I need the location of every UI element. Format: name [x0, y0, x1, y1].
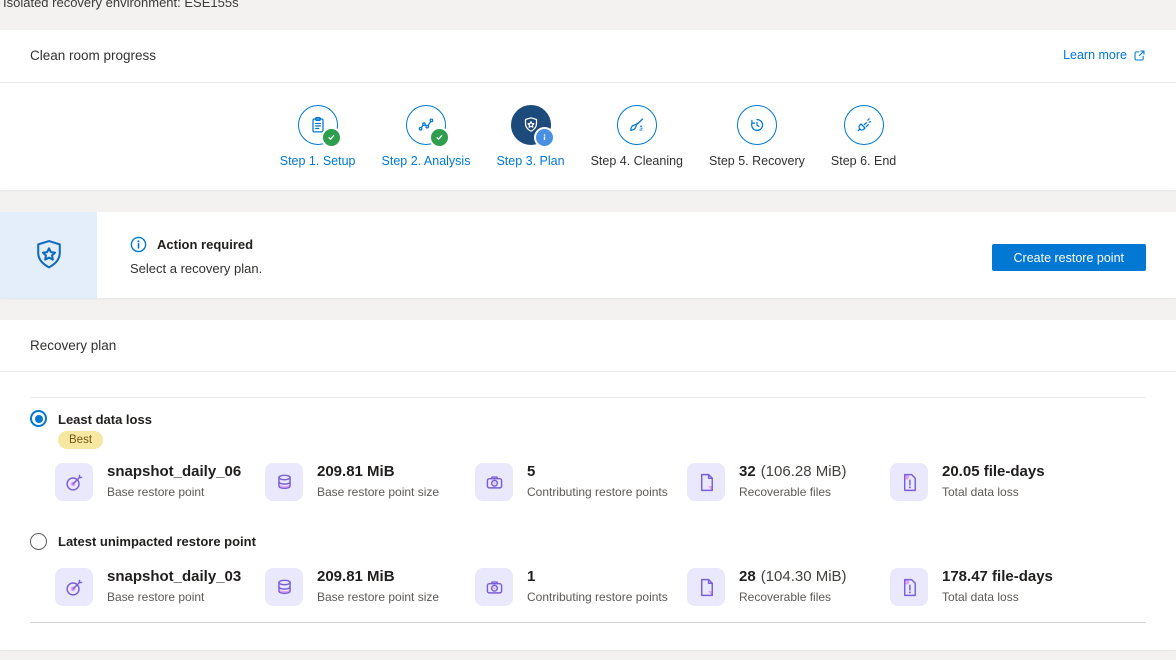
step-complete-badge	[321, 127, 342, 148]
stat-value: 32(106.28 MiB)	[739, 463, 847, 481]
option-latest-unimpacted-label[interactable]: Latest unimpacted restore point	[58, 534, 256, 549]
step-complete-badge	[429, 127, 450, 148]
stat-value: snapshot_daily_06	[107, 463, 241, 481]
step-4-cleaning[interactable]: Step 4. Cleaning	[591, 105, 683, 168]
learn-more-link[interactable]: Learn more	[1063, 48, 1146, 62]
step-3-label: Step 3. Plan	[496, 154, 564, 168]
radio-latest-unimpacted[interactable]	[30, 533, 47, 550]
progress-card-title: Clean room progress	[30, 48, 156, 63]
stat-base-restore-point-size: 209.81 MiB Base restore point size	[265, 568, 439, 606]
step-5-recovery[interactable]: Step 5. Recovery	[709, 105, 805, 168]
stat-caption: Base restore point	[107, 590, 241, 604]
history-icon	[747, 115, 767, 135]
stat-recoverable-files: 32(106.28 MiB) Recoverable files	[687, 463, 847, 501]
stat-value: 5	[527, 463, 668, 481]
stat-caption: Base restore point	[107, 485, 241, 499]
divider	[30, 397, 1146, 398]
stat-caption: Base restore point size	[317, 590, 439, 604]
camera-icon	[475, 463, 513, 501]
stat-value: snapshot_daily_03	[107, 568, 241, 586]
step-6-label: Step 6. End	[831, 154, 896, 168]
stat-value-detail: (106.28 MiB)	[761, 463, 847, 480]
stat-value: 20.05 file-days	[942, 463, 1045, 481]
progress-steps: Step 1. Setup Step 2. Analysis	[0, 105, 1176, 168]
step-5-circle	[737, 105, 777, 145]
banner-icon-strip	[0, 212, 97, 298]
stat-value: 209.81 MiB	[317, 568, 439, 586]
file-icon	[687, 463, 725, 501]
stat-value: 178.47 file-days	[942, 568, 1053, 586]
environment-label: Isolated recovery environment: ESE155s	[3, 0, 239, 10]
radio-least-data-loss[interactable]	[30, 410, 47, 427]
step-5-label: Step 5. Recovery	[709, 154, 805, 168]
stat-contributing-restore-points: 1 Contributing restore points	[475, 568, 668, 606]
action-required-message: Select a recovery plan.	[130, 261, 262, 276]
target-icon	[55, 463, 93, 501]
step-2-circle	[406, 105, 446, 145]
action-required-banner: Action required Select a recovery plan. …	[0, 212, 1176, 298]
external-link-icon	[1133, 49, 1146, 62]
learn-more-label: Learn more	[1063, 48, 1127, 62]
stat-contributing-restore-points: 5 Contributing restore points	[475, 463, 668, 501]
recovery-plan-card: Recovery plan Least data loss Best snaps…	[0, 320, 1176, 650]
step-info-badge	[534, 127, 555, 148]
stat-base-restore-point-size: 209.81 MiB Base restore point size	[265, 463, 439, 501]
step-3-plan[interactable]: Step 3. Plan	[496, 105, 564, 168]
option-2-stats: snapshot_daily_03 Base restore point 209…	[0, 568, 1176, 610]
clean-room-progress-card: Clean room progress Learn more	[0, 30, 1176, 190]
stat-total-data-loss: 178.47 file-days Total data loss	[890, 568, 1053, 606]
option-least-data-loss-label[interactable]: Least data loss	[58, 412, 152, 427]
database-icon	[265, 463, 303, 501]
check-icon	[434, 132, 445, 143]
step-6-end[interactable]: Step 6. End	[831, 105, 896, 168]
step-2-label: Step 2. Analysis	[382, 154, 471, 168]
stat-value: 1	[527, 568, 668, 586]
progress-card-header: Clean room progress Learn more	[0, 30, 1176, 83]
stat-caption: Base restore point size	[317, 485, 439, 499]
broom-icon	[627, 115, 647, 135]
target-icon	[55, 568, 93, 606]
stat-caption: Contributing restore points	[527, 590, 668, 604]
camera-icon	[475, 568, 513, 606]
step-1-label: Step 1. Setup	[280, 154, 356, 168]
step-2-analysis[interactable]: Step 2. Analysis	[382, 105, 471, 168]
stat-base-restore-point: snapshot_daily_03 Base restore point	[55, 568, 241, 606]
action-title-row: Action required	[130, 236, 253, 253]
file-icon	[687, 568, 725, 606]
info-icon	[539, 132, 550, 143]
stat-value: 28(104.30 MiB)	[739, 568, 847, 586]
clean-room-screen: Isolated recovery environment: ESE155s C…	[0, 0, 1176, 660]
file-alert-icon	[890, 463, 928, 501]
check-icon	[326, 132, 337, 143]
stat-caption: Contributing restore points	[527, 485, 668, 499]
stat-value: 209.81 MiB	[317, 463, 439, 481]
stat-caption: Recoverable files	[739, 485, 847, 499]
action-required-title: Action required	[157, 237, 253, 252]
divider	[0, 371, 1176, 372]
stat-caption: Total data loss	[942, 485, 1045, 499]
divider	[30, 622, 1146, 623]
step-1-circle	[298, 105, 338, 145]
stat-total-data-loss: 20.05 file-days Total data loss	[890, 463, 1045, 501]
stat-base-restore-point: snapshot_daily_06 Base restore point	[55, 463, 241, 501]
option-1-stats: snapshot_daily_06 Base restore point 209…	[0, 463, 1176, 505]
best-badge: Best	[58, 431, 103, 449]
stat-caption: Recoverable files	[739, 590, 847, 604]
stat-recoverable-files: 28(104.30 MiB) Recoverable files	[687, 568, 847, 606]
info-circle-icon	[130, 236, 147, 253]
step-4-label: Step 4. Cleaning	[591, 154, 683, 168]
step-6-circle	[844, 105, 884, 145]
step-1-setup[interactable]: Step 1. Setup	[280, 105, 356, 168]
recovery-plan-title: Recovery plan	[30, 338, 116, 353]
database-icon	[265, 568, 303, 606]
stat-caption: Total data loss	[942, 590, 1053, 604]
step-3-circle	[511, 105, 551, 145]
create-restore-point-button[interactable]: Create restore point	[992, 244, 1146, 271]
file-alert-icon	[890, 568, 928, 606]
stat-value-detail: (104.30 MiB)	[761, 568, 847, 585]
step-4-circle	[617, 105, 657, 145]
plug-icon	[854, 115, 874, 135]
shield-star-icon	[30, 236, 68, 274]
